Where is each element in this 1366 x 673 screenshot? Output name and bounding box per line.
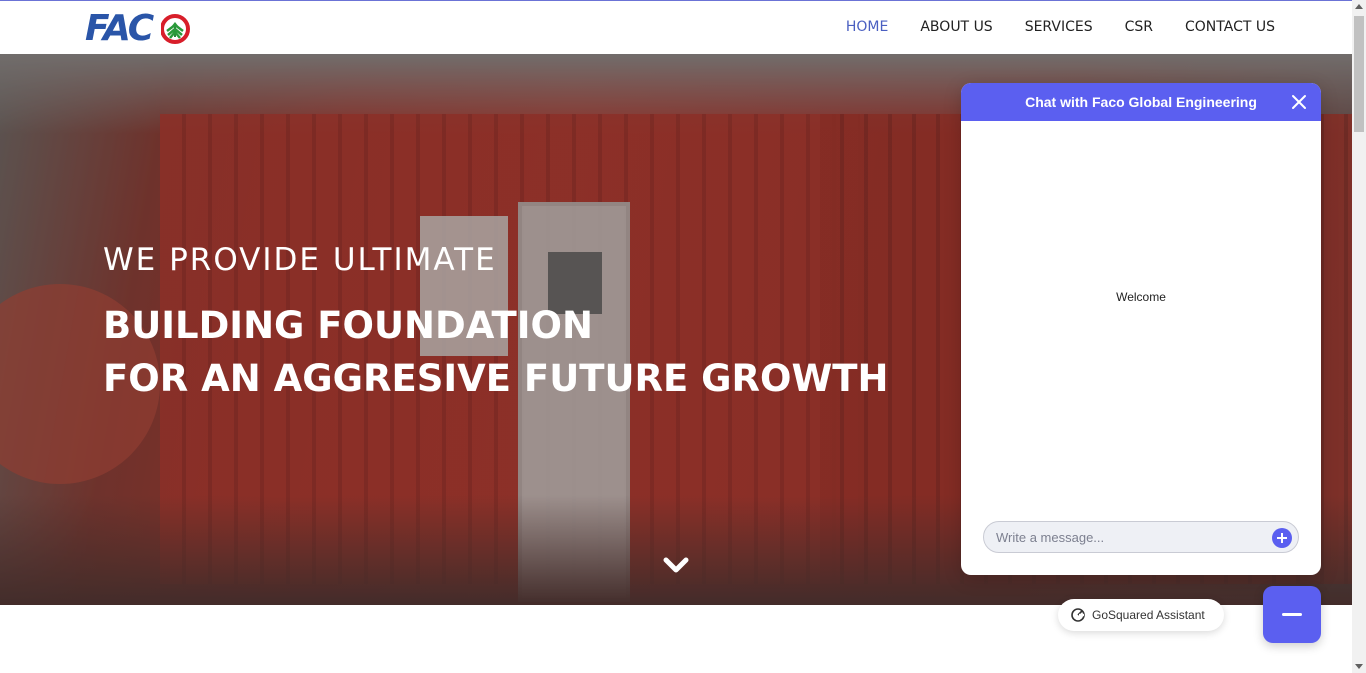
gosquared-icon: [1071, 608, 1085, 622]
logo-wordmark: FAC: [85, 8, 154, 49]
nav-home[interactable]: HOME: [846, 1, 888, 54]
gosquared-assistant-badge[interactable]: GoSquared Assistant: [1058, 599, 1224, 631]
hero-headline-line2: FOR AN AGGRESIVE FUTURE GROWTH: [103, 357, 889, 400]
minimize-icon: [1282, 613, 1302, 616]
chevron-down-icon[interactable]: [662, 554, 690, 576]
scroll-thumb[interactable]: [1354, 16, 1364, 132]
page-scrollbar[interactable]: [1352, 0, 1366, 673]
scroll-up-icon[interactable]: [1355, 4, 1363, 9]
main-nav: HOME ABOUT US SERVICES CSR CONTACT US: [814, 1, 1275, 54]
chat-welcome-message: Welcome: [1116, 290, 1166, 304]
nav-contact-us[interactable]: CONTACT US: [1185, 1, 1275, 54]
hero-headline-line1: BUILDING FOUNDATION: [103, 304, 593, 347]
chat-toggle-button[interactable]: [1263, 586, 1321, 643]
gosquared-label: GoSquared Assistant: [1092, 608, 1205, 622]
navbar: FAC HOME ABOUT US SERVICES CSR CONTACT U…: [0, 1, 1352, 54]
chat-widget: Chat with Faco Global Engineering Welcom…: [961, 83, 1321, 575]
site-logo[interactable]: FAC: [85, 9, 197, 49]
scroll-down-icon[interactable]: [1355, 664, 1363, 669]
chat-title: Chat with Faco Global Engineering: [1025, 94, 1257, 110]
chat-header: Chat with Faco Global Engineering: [961, 83, 1321, 121]
nav-csr[interactable]: CSR: [1125, 1, 1153, 54]
nav-services[interactable]: SERVICES: [1025, 1, 1093, 54]
close-icon[interactable]: [1291, 94, 1307, 110]
hero-subtitle: WE PROVIDE ULTIMATE: [103, 242, 497, 278]
nav-about-us[interactable]: ABOUT US: [920, 1, 992, 54]
chat-message-input[interactable]: [983, 521, 1299, 553]
faco-leaf-icon: [161, 14, 190, 44]
plus-circle-icon[interactable]: [1272, 528, 1292, 548]
